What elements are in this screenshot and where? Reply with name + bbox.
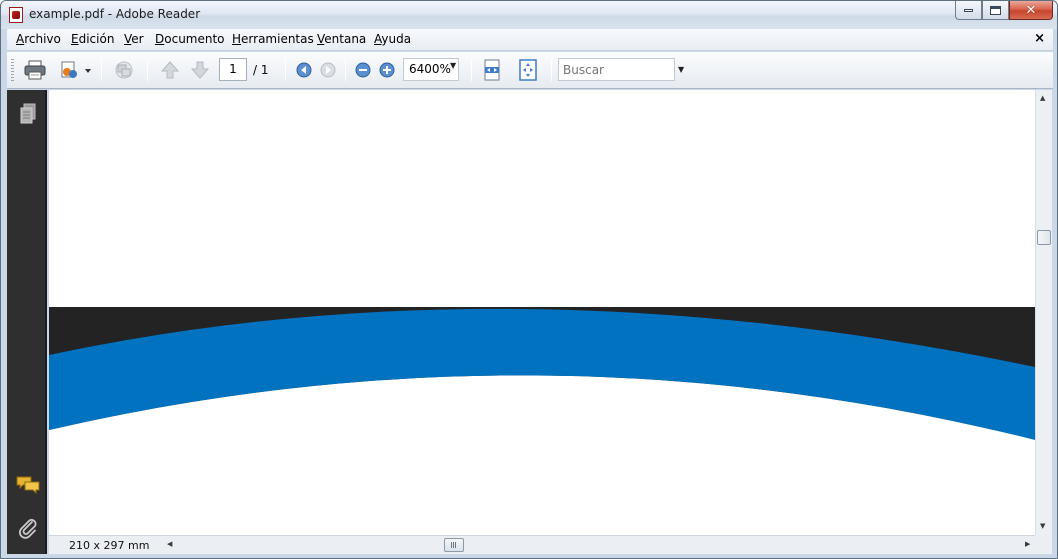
toolbar-separator <box>147 59 148 81</box>
menu-herramientas[interactable]: Herramientas <box>232 32 314 46</box>
back-view-icon <box>296 62 312 78</box>
pdf-app-icon <box>9 7 23 23</box>
fit-page-button[interactable] <box>515 58 541 82</box>
previous-page-icon <box>160 61 180 79</box>
previous-page-button[interactable] <box>157 58 183 82</box>
zoom-in-icon <box>379 62 395 78</box>
menu-ventana[interactable]: Ventana <box>317 32 366 46</box>
app-window: example.pdf - Adobe Reader ✕ Archivo Edi… <box>0 0 1058 559</box>
vertical-scroll-thumb[interactable] <box>1037 230 1051 245</box>
document-view[interactable] <box>49 90 1035 535</box>
window-controls: ✕ <box>955 1 1053 21</box>
menu-edicion[interactable]: Edición <box>71 32 114 46</box>
status-bar: 210 x 297 mm ◀ ▶ <box>49 535 1052 554</box>
share-icon <box>61 61 91 78</box>
zoom-dropdown-arrow-icon[interactable]: ▼ <box>450 61 456 70</box>
page-count: / 1 <box>253 63 269 77</box>
scroll-down-arrow-icon[interactable]: ▼ <box>1040 522 1045 530</box>
minimize-icon <box>964 8 973 12</box>
attachments-icon <box>19 519 37 539</box>
close-icon: ✕ <box>1025 2 1037 18</box>
fit-page-icon <box>519 59 537 81</box>
fit-width-icon <box>484 59 500 81</box>
maximize-icon <box>990 5 1001 15</box>
pages-panel-button[interactable] <box>16 102 40 126</box>
forward-view-button[interactable] <box>315 58 341 82</box>
forward-view-icon <box>320 62 336 78</box>
scroll-up-arrow-icon[interactable]: ▲ <box>1040 94 1045 102</box>
comments-icon <box>16 476 40 495</box>
fit-width-button[interactable] <box>479 58 505 82</box>
zoom-out-button[interactable] <box>350 58 376 82</box>
collaborate-icon <box>115 61 133 79</box>
collaborate-button[interactable] <box>111 58 137 82</box>
toolbar-separator <box>101 59 102 81</box>
pages-icon <box>20 103 36 124</box>
horizontal-scrollbar[interactable]: ◀ ▶ <box>163 537 1035 553</box>
menu-ayuda[interactable]: Ayuda <box>374 32 411 46</box>
maximize-button[interactable] <box>982 1 1009 20</box>
scroll-right-arrow-icon[interactable]: ▶ <box>1025 540 1030 548</box>
search-dropdown-arrow-icon[interactable]: ▼ <box>678 65 684 74</box>
scrollbar-corner <box>1035 535 1052 554</box>
next-page-icon <box>190 61 210 79</box>
window-title: example.pdf - Adobe Reader <box>29 7 201 21</box>
toolbar-separator <box>551 59 552 81</box>
menu-documento[interactable]: Documento <box>155 32 225 46</box>
toolbar-separator <box>471 59 472 81</box>
pdf-page-content <box>49 90 1035 535</box>
toolbar: 1 / 1 6400% ▼ Buscar ▼ <box>7 52 1053 89</box>
menu-bar: Archivo Edición Ver Documento Herramient… <box>7 29 1053 51</box>
scroll-left-arrow-icon[interactable]: ◀ <box>167 540 172 548</box>
close-document-button[interactable]: × <box>1034 31 1045 46</box>
search-input[interactable] <box>559 59 674 80</box>
close-window-button[interactable]: ✕ <box>1009 1 1053 20</box>
next-page-button[interactable] <box>187 58 213 82</box>
search-field[interactable] <box>558 58 675 81</box>
vertical-scrollbar[interactable]: ▲ ▼ <box>1035 90 1052 535</box>
zoom-in-button[interactable] <box>374 58 400 82</box>
page-number-input[interactable]: 1 <box>219 58 247 81</box>
menu-archivo[interactable]: Archivo <box>16 32 61 46</box>
share-button[interactable] <box>57 58 93 82</box>
back-view-button[interactable] <box>291 58 317 82</box>
attachments-panel-button[interactable] <box>16 516 40 540</box>
print-icon <box>24 60 46 80</box>
toolbar-separator <box>285 59 286 81</box>
window-frame-bottom <box>1 554 1057 558</box>
print-button[interactable] <box>22 58 48 82</box>
page-size-label: 210 x 297 mm <box>69 539 150 552</box>
menu-ver[interactable]: Ver <box>124 32 144 46</box>
comments-panel-button[interactable] <box>16 473 40 497</box>
navigation-pane <box>7 90 47 554</box>
zoom-out-icon <box>355 62 371 78</box>
horizontal-scroll-thumb[interactable] <box>444 538 464 552</box>
minimize-button[interactable] <box>955 1 982 20</box>
toolbar-separator <box>345 59 346 81</box>
title-bar[interactable]: example.pdf - Adobe Reader ✕ <box>1 1 1057 29</box>
toolbar-grip[interactable] <box>11 59 14 81</box>
